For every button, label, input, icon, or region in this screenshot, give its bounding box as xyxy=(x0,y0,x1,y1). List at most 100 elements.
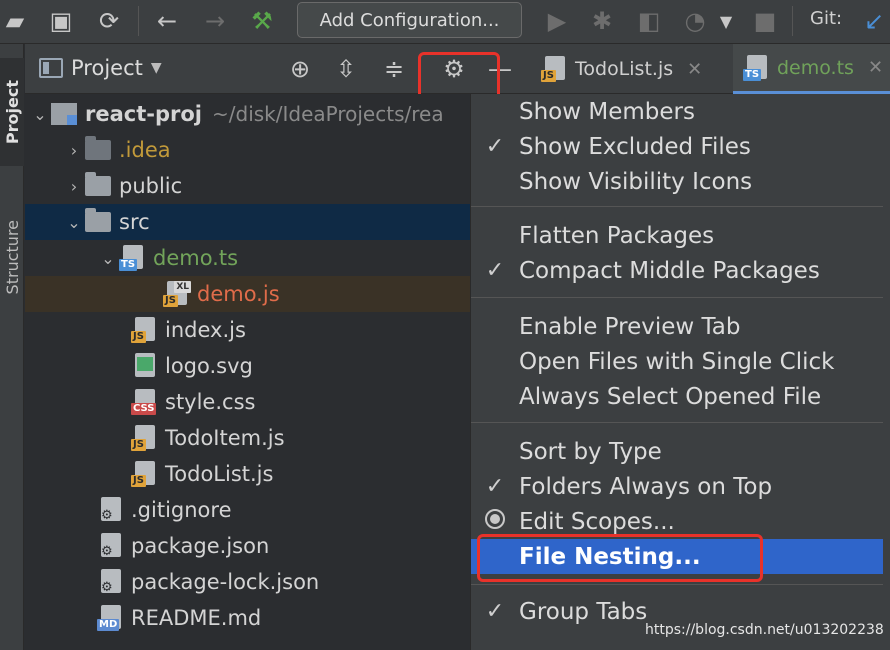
project-tree: ⌄ react-proj ~/disk/IdeaProjects/rea › .… xyxy=(25,94,485,650)
close-icon[interactable]: ✕ xyxy=(687,59,702,80)
menu-separator xyxy=(471,297,883,298)
locate-target-icon[interactable]: ⊕ xyxy=(285,54,315,84)
tree-row-style-css[interactable]: › CSS style.css xyxy=(25,384,485,420)
module-folder-icon xyxy=(51,101,79,127)
tree-row-root[interactable]: ⌄ react-proj ~/disk/IdeaProjects/rea xyxy=(25,96,485,132)
back-icon[interactable]: ← xyxy=(152,4,182,38)
menu-item-folders-always-on-top[interactable]: ✓ Folders Always on Top xyxy=(471,469,883,504)
menu-item-open-files-single-click[interactable]: Open Files with Single Click xyxy=(471,344,883,379)
menu-item-flatten-packages[interactable]: Flatten Packages xyxy=(471,218,883,253)
add-configuration-button[interactable]: Add Configuration... xyxy=(297,2,522,38)
json-file-icon: ⚙ xyxy=(97,569,125,595)
chevron-down-icon[interactable]: ⌄ xyxy=(29,105,51,124)
menu-item-label: Flatten Packages xyxy=(519,222,715,249)
menu-item-label: Show Members xyxy=(519,98,695,125)
git-update-icon[interactable]: ↙ xyxy=(860,4,888,38)
root-name: react-proj xyxy=(85,102,202,126)
run-icon[interactable]: ▶ xyxy=(544,4,570,38)
project-view-selector[interactable]: Project ▼ xyxy=(39,56,162,80)
tree-row-package-lock-json[interactable]: › ⚙ package-lock.json xyxy=(25,564,485,600)
menu-item-compact-middle-packages[interactable]: ✓ Compact Middle Packages xyxy=(471,253,883,288)
chevron-down-icon[interactable]: ⌄ xyxy=(63,213,85,232)
menu-item-always-select-opened-file[interactable]: Always Select Opened File xyxy=(471,379,883,414)
git-label: Git: xyxy=(810,8,843,29)
main-toolbar: ▰ ▣ ⟳ ← → ⚒ Add Configuration... ▶ ✱ ◧ ◔… xyxy=(0,0,890,44)
checkmark-icon: ✓ xyxy=(485,134,505,159)
menu-item-label: Show Visibility Icons xyxy=(519,168,753,195)
menu-item-show-excluded-files[interactable]: ✓ Show Excluded Files xyxy=(471,129,883,164)
ts-file-icon: TS xyxy=(119,245,147,271)
open-folder-icon[interactable]: ▰ xyxy=(2,4,28,38)
tab-todolist-js[interactable]: JS TodoList.js ✕ xyxy=(541,44,702,94)
tool-tab-structure[interactable]: Structure xyxy=(0,192,24,322)
tree-row-src[interactable]: ⌄ src xyxy=(25,204,485,240)
build-hammer-icon[interactable]: ⚒ xyxy=(246,4,278,38)
menu-item-show-members[interactable]: Show Members xyxy=(471,94,883,129)
tree-row-package-json[interactable]: › ⚙ package.json xyxy=(25,528,485,564)
coverage-icon[interactable]: ◧ xyxy=(634,4,664,38)
checkmark-icon: ✓ xyxy=(485,599,505,624)
tool-tab-project[interactable]: Project xyxy=(0,58,24,166)
menu-item-sort-by-type[interactable]: Sort by Type xyxy=(471,434,883,469)
menu-item-label: Show Excluded Files xyxy=(519,133,751,160)
tree-row-demo-js[interactable]: › JSXL demo.js xyxy=(25,276,485,312)
menu-item-enable-preview-tab[interactable]: Enable Preview Tab xyxy=(471,309,883,344)
config-file-icon: ⚙ xyxy=(97,497,125,523)
tree-row-public[interactable]: › public xyxy=(25,168,485,204)
expand-all-icon[interactable]: ⇳ xyxy=(331,54,361,84)
tree-row-index-js[interactable]: › JS index.js xyxy=(25,312,485,348)
root-path: ~/disk/IdeaProjects/rea xyxy=(212,102,444,126)
tree-item-label: public xyxy=(119,174,183,198)
js-file-icon: JS xyxy=(131,317,159,343)
save-icon[interactable]: ▣ xyxy=(46,4,76,38)
tree-item-label: package-lock.json xyxy=(131,570,320,594)
tree-item-label: src xyxy=(119,210,150,234)
left-tool-strip: Project Structure xyxy=(0,44,24,650)
tree-row-readme-md[interactable]: › MD README.md xyxy=(25,600,485,636)
menu-item-label: Open Files with Single Click xyxy=(519,348,835,375)
tab-demo-ts[interactable]: TS demo.ts ✕ xyxy=(733,44,890,94)
debug-icon[interactable]: ✱ xyxy=(588,4,616,38)
js-file-icon: JS xyxy=(541,56,567,82)
menu-item-label: Compact Middle Packages xyxy=(519,257,820,284)
toolbar-separator xyxy=(138,6,139,36)
folder-icon xyxy=(85,172,113,199)
menu-item-label: Edit Scopes... xyxy=(519,508,675,535)
project-window-icon xyxy=(39,58,63,78)
menu-item-label: Enable Preview Tab xyxy=(519,313,741,340)
tree-item-label: .gitignore xyxy=(131,498,232,522)
tree-item-label: index.js xyxy=(165,318,246,342)
tree-row-todolist-js[interactable]: › JS TodoList.js xyxy=(25,456,485,492)
tree-item-label: style.css xyxy=(165,390,256,414)
close-icon[interactable]: ✕ xyxy=(868,57,883,78)
menu-separator xyxy=(471,584,883,585)
chevron-right-icon[interactable]: › xyxy=(63,177,85,196)
scope-radio-icon xyxy=(471,508,519,535)
tree-row-idea[interactable]: › .idea xyxy=(25,132,485,168)
menu-separator xyxy=(471,422,883,423)
profile-icon[interactable]: ◔ xyxy=(680,4,710,38)
toolbar-separator xyxy=(792,6,793,36)
tree-row-logo-svg[interactable]: › logo.svg xyxy=(25,348,485,384)
menu-item-label: Always Select Opened File xyxy=(519,383,822,410)
menu-item-show-visibility-icons[interactable]: Show Visibility Icons xyxy=(471,164,883,199)
run-options-chevron-icon[interactable]: ▼ xyxy=(716,4,736,38)
sync-icon[interactable]: ⟳ xyxy=(94,4,124,38)
editor-tab-bar: JS TodoList.js ✕ TS demo.ts ✕ xyxy=(525,44,890,94)
tree-row-gitignore[interactable]: › ⚙ .gitignore xyxy=(25,492,485,528)
markdown-file-icon: MD xyxy=(97,605,125,631)
checkmark-icon: ✓ xyxy=(485,258,505,283)
folder-icon xyxy=(85,208,113,235)
tree-row-todoitem-js[interactable]: › JS TodoItem.js xyxy=(25,420,485,456)
forward-icon[interactable]: → xyxy=(200,4,230,38)
chevron-right-icon[interactable]: › xyxy=(63,141,85,160)
chevron-down-icon: ▼ xyxy=(150,60,162,76)
tree-row-demo-ts[interactable]: ⌄ TS demo.ts xyxy=(25,240,485,276)
stop-icon[interactable]: ■ xyxy=(752,4,778,38)
chevron-down-icon[interactable]: ⌄ xyxy=(97,249,119,268)
js-file-icon: JS XL xyxy=(163,281,191,307)
tree-item-label: package.json xyxy=(131,534,270,558)
checkmark-icon: ✓ xyxy=(485,474,505,499)
collapse-all-icon[interactable]: ≑ xyxy=(379,54,409,84)
folder-icon xyxy=(85,136,113,163)
